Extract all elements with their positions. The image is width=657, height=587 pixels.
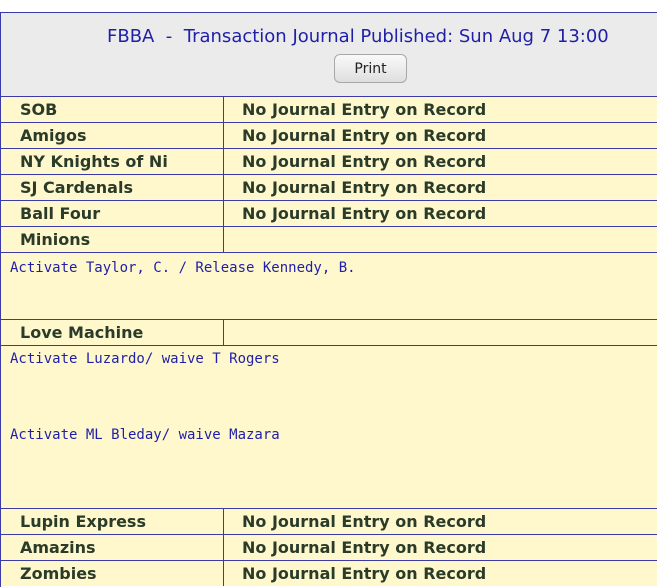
journal-status: No Journal Entry on Record — [242, 152, 487, 171]
team-name: NY Knights of Ni — [20, 152, 168, 171]
team-name: SOB — [20, 100, 58, 119]
transaction-journal: FBBA - Transaction Journal Published: Su… — [0, 12, 657, 587]
journal-status: No Journal Entry on Record — [242, 178, 487, 197]
team-row: SJ Cardenals No Journal Entry on Record — [1, 174, 657, 200]
column-divider — [223, 149, 224, 174]
page-title: FBBA - Transaction Journal Published: Su… — [107, 26, 609, 47]
team-row: Zombies No Journal Entry on Record — [1, 560, 657, 586]
column-divider — [223, 175, 224, 200]
team-name: Lupin Express — [20, 512, 146, 531]
journal-status: No Journal Entry on Record — [242, 204, 487, 223]
team-row: Lupin Express No Journal Entry on Record — [1, 508, 657, 534]
team-name: Amigos — [20, 126, 87, 145]
team-row: NY Knights of Ni No Journal Entry on Rec… — [1, 148, 657, 174]
team-name: Amazins — [20, 538, 96, 557]
team-name: Zombies — [20, 564, 97, 583]
journal-status: No Journal Entry on Record — [242, 538, 487, 557]
journal-entry: Activate Taylor, C. / Release Kennedy, B… — [10, 260, 356, 276]
column-divider — [223, 535, 224, 560]
column-divider — [223, 509, 224, 534]
team-row: SOB No Journal Entry on Record — [1, 96, 657, 122]
team-name: Love Machine — [20, 323, 144, 342]
team-name: SJ Cardenals — [20, 178, 133, 197]
journal-entry: Activate ML Bleday/ waive Mazara — [10, 427, 280, 443]
column-divider — [223, 227, 224, 252]
team-row: Amazins No Journal Entry on Record — [1, 534, 657, 560]
journal-status: No Journal Entry on Record — [242, 100, 487, 119]
print-button[interactable]: Print — [334, 54, 407, 83]
column-divider — [223, 320, 224, 345]
team-row: Love Machine — [1, 319, 657, 345]
journal-header: FBBA - Transaction Journal Published: Su… — [1, 13, 657, 96]
journal-status: No Journal Entry on Record — [242, 126, 487, 145]
journal-status: No Journal Entry on Record — [242, 512, 487, 531]
journal-entry-block: Activate Taylor, C. / Release Kennedy, B… — [1, 252, 657, 320]
column-divider — [223, 123, 224, 148]
team-row: Amigos No Journal Entry on Record — [1, 122, 657, 148]
journal-entry-block: Activate Luzardo/ waive T Rogers Activat… — [1, 345, 657, 509]
team-name: Ball Four — [20, 204, 101, 223]
team-row: Minions — [1, 226, 657, 252]
column-divider — [223, 97, 224, 122]
column-divider — [223, 561, 224, 586]
team-row: Ball Four No Journal Entry on Record — [1, 200, 657, 226]
journal-status: No Journal Entry on Record — [242, 564, 487, 583]
column-divider — [223, 201, 224, 226]
journal-entry: Activate Luzardo/ waive T Rogers — [10, 351, 280, 367]
team-name: Minions — [20, 230, 91, 249]
